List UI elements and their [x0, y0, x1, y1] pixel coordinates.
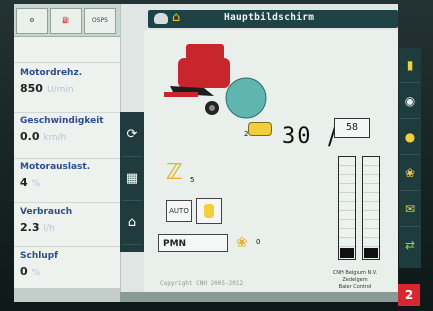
consumption-label: Verbrauch — [20, 207, 73, 217]
speed-unit: km/h — [43, 133, 67, 143]
mail-icon[interactable]: ✉ — [400, 192, 420, 227]
sheep-icon — [154, 13, 168, 24]
slip-unit: % — [31, 268, 41, 278]
twine-icon[interactable]: ▮ — [400, 48, 420, 83]
osps-icon[interactable]: OSPS — [84, 8, 116, 34]
net-count: 0 — [256, 238, 261, 246]
nav-column: ⟳ ▦ ⌂ — [120, 112, 144, 252]
engine-load-label: Motorauslast. — [20, 162, 91, 172]
divider — [14, 246, 120, 247]
grid-menu-icon[interactable]: ▦ — [122, 158, 142, 201]
engine-speed-value: 850 U/min — [20, 82, 74, 95]
baler-body — [178, 58, 230, 88]
right-toolbar: ▮ ◉ ● ❀ ✉ ⇄ — [399, 48, 421, 268]
bale-eject-icon[interactable]: ● — [400, 120, 420, 155]
tractor-icon[interactable]: ⚙ — [16, 8, 48, 34]
top-icon-strip: ⚙ ⛽ OSPS — [14, 4, 120, 37]
bale-target-input[interactable]: 58 — [334, 118, 370, 138]
twine-roll-button[interactable] — [196, 198, 222, 224]
home-icon[interactable]: ⌂ — [122, 202, 142, 245]
divider — [14, 202, 120, 203]
wheel-hub — [209, 105, 215, 111]
bale-count: 30 — [282, 124, 313, 149]
left-density-fill — [340, 248, 354, 258]
main-panel: 2 30 / 58 ℤ 5 AUTO PMN ❀ 0 Copyright CNH… — [144, 30, 398, 292]
knife-icon: ℤ — [166, 160, 183, 185]
bales-stack-icon: ❀ — [236, 235, 248, 251]
right-density-fill — [364, 248, 378, 258]
engine-load-value: 4% — [20, 176, 41, 189]
auto-button[interactable]: AUTO — [166, 200, 192, 222]
engine-speed-unit: U/min — [46, 85, 74, 95]
slip-label: Schlupf — [20, 251, 59, 261]
footer-strip — [120, 292, 398, 302]
slip-value: 0% — [20, 265, 41, 278]
left-sidebar: ⚙ ⛽ OSPS Motordrehz. 850 U/min Geschwindi… — [14, 4, 121, 302]
twine-roll-icon — [204, 204, 214, 218]
home-icon: ⌂ — [172, 10, 181, 25]
company-line-3: Baler Control — [338, 284, 372, 290]
engine-speed-label: Motordrehz. — [20, 68, 83, 78]
baler-top — [186, 44, 224, 60]
speed-label: Geschwindigkeit — [20, 116, 104, 126]
company-line-1: CNH Belgium N.V. — [332, 270, 378, 276]
baler-illustration — [164, 44, 267, 119]
refresh-icon[interactable]: ⟳ — [122, 114, 142, 157]
page-title: Hauptbildschirm — [224, 12, 315, 23]
divider — [14, 62, 120, 63]
bale-counter-icon[interactable]: ❀ — [400, 156, 420, 191]
figure-number-badge: 2 — [398, 284, 420, 306]
divider — [14, 112, 120, 113]
engine-load-unit: % — [31, 179, 41, 189]
fuel-icon[interactable]: ⛽ — [50, 8, 82, 34]
drawbar — [164, 92, 198, 97]
speed-value: 0.0 km/h — [20, 130, 67, 143]
baler-icon[interactable]: ◉ — [400, 84, 420, 119]
bale-circle — [225, 77, 267, 119]
material-field[interactable]: PMN — [158, 234, 228, 252]
consumption-value: 2.3 l/h — [20, 221, 55, 234]
bale-marker-icon — [248, 122, 272, 136]
sidebar-footer — [14, 288, 120, 302]
left-density-bar — [338, 156, 356, 260]
arrow-switch-icon[interactable]: ⇄ — [400, 228, 420, 262]
consumption-unit: l/h — [43, 224, 55, 234]
bale-marker-count: 2 — [244, 130, 249, 138]
terminal-screen: ⚙ ⛽ OSPS Motordrehz. 850 U/min Geschwindi… — [14, 4, 398, 302]
knife-count: 5 — [190, 176, 195, 184]
divider — [14, 158, 120, 159]
company-info: CNH Belgium N.V. Zedelgem Baler Control — [320, 270, 390, 291]
right-density-bar — [362, 156, 380, 260]
copyright-text: Copyright CNH 2005-2012 — [160, 280, 244, 287]
screen-header: ⌂ Hauptbildschirm — [148, 10, 398, 28]
company-line-2: Zedelgem — [342, 277, 368, 283]
